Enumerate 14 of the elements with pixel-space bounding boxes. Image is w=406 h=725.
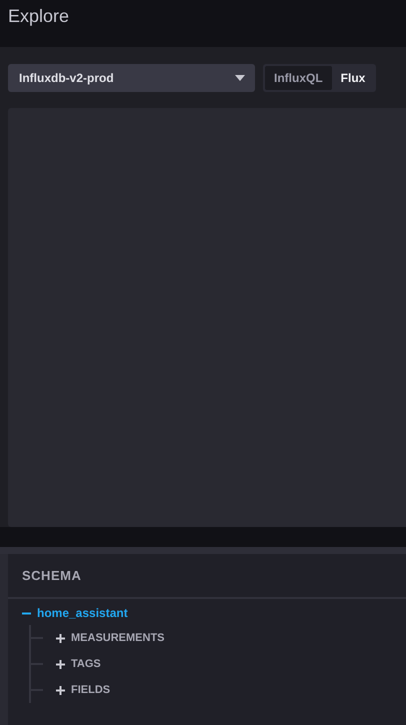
resize-handle[interactable] — [0, 547, 406, 554]
caret-icon — [235, 75, 245, 81]
query-language-tab[interactable]: Flux — [332, 66, 374, 90]
plus-icon — [56, 660, 65, 668]
source-dropdown[interactable]: Influxdb-v2-prod — [8, 64, 255, 92]
database-tree-item[interactable]: home_assistant — [22, 605, 406, 621]
schema-tree-item[interactable]: MEASUREMENTS — [56, 632, 165, 644]
schema-title: SCHEMA — [22, 568, 82, 583]
plus-icon — [56, 686, 65, 694]
plus-icon — [56, 634, 65, 642]
query-language-tab[interactable]: InfluxQL — [265, 66, 332, 90]
schema-tree-item[interactable]: TAGS — [56, 658, 101, 670]
page-title: Explore — [8, 6, 70, 26]
schema-tree-item[interactable]: FIELDS — [56, 684, 110, 696]
